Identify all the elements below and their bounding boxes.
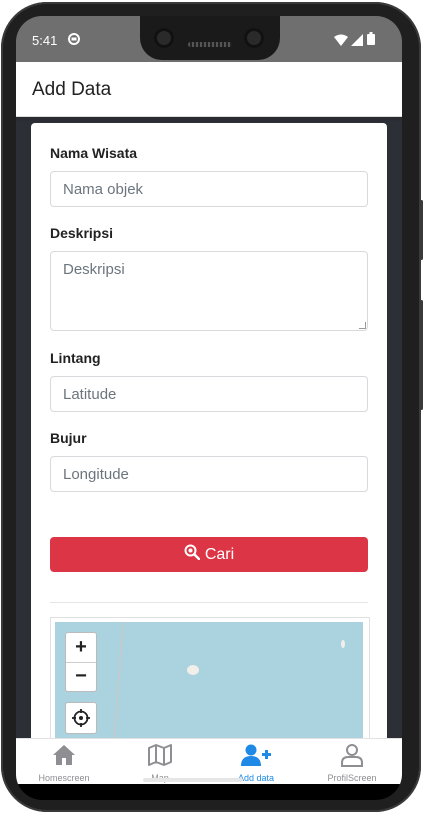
search-button-label: Cari [204, 545, 235, 563]
camera-notch [140, 16, 280, 60]
notification-icon [68, 32, 80, 50]
latitude-input[interactable]: Latitude [50, 376, 368, 412]
home-indicator[interactable] [143, 778, 243, 782]
status-bar: 5:41 [16, 16, 402, 62]
zoom-out-button[interactable]: − [66, 662, 96, 691]
longitude-placeholder: Longitude [63, 466, 129, 483]
nav-item-profil-screen[interactable]: ProfilScreen [304, 739, 400, 785]
longitude-input[interactable]: Longitude [50, 456, 368, 492]
user-icon [341, 744, 363, 767]
description-label: Deskripsi [50, 225, 114, 241]
earpiece-speaker [188, 42, 232, 47]
front-camera [154, 28, 174, 48]
system-gesture-bar [16, 784, 402, 800]
front-camera-2 [244, 28, 264, 48]
signal-icon [351, 33, 363, 51]
longitude-label: Bujur [50, 430, 87, 446]
zoom-control: + − [65, 632, 97, 692]
status-time: 5:41 [32, 33, 58, 48]
locate-me-button[interactable] [65, 702, 97, 734]
divider [50, 602, 368, 603]
volume-button [420, 300, 423, 410]
nav-label-homescreen: Homescreen [38, 773, 90, 783]
resize-handle[interactable] [359, 322, 366, 329]
zoom-in-button[interactable]: + [66, 633, 96, 663]
search-location-icon [184, 544, 201, 565]
nav-item-homescreen[interactable]: Homescreen [16, 739, 112, 785]
app-bar: Add Data [16, 62, 402, 117]
name-label: Nama Wisata [50, 145, 138, 161]
name-input[interactable]: Nama objek [50, 171, 368, 207]
form-card: Nama Wisata Nama objek Deskripsi Deskrip… [31, 123, 387, 783]
map-icon [148, 744, 172, 766]
wifi-icon [334, 33, 348, 51]
add-user-icon [241, 744, 271, 766]
battery-icon [367, 32, 375, 50]
search-button[interactable]: Cari [50, 537, 368, 572]
screen: 5:41 Add Data Nama Wisata Nama objek Des… [16, 16, 402, 800]
power-button [420, 200, 423, 260]
latitude-label: Lintang [50, 350, 101, 366]
page-title: Add Data [32, 79, 112, 100]
crosshair-icon [72, 709, 90, 727]
description-textarea[interactable]: Deskripsi [50, 251, 368, 331]
home-icon [53, 745, 75, 765]
nav-label-profil-screen: ProfilScreen [327, 773, 377, 783]
latitude-placeholder: Latitude [63, 386, 117, 403]
name-placeholder: Nama objek [63, 181, 144, 198]
description-placeholder: Deskripsi [63, 261, 125, 278]
phone-device: 5:41 Add Data Nama Wisata Nama objek Des… [0, 0, 424, 814]
